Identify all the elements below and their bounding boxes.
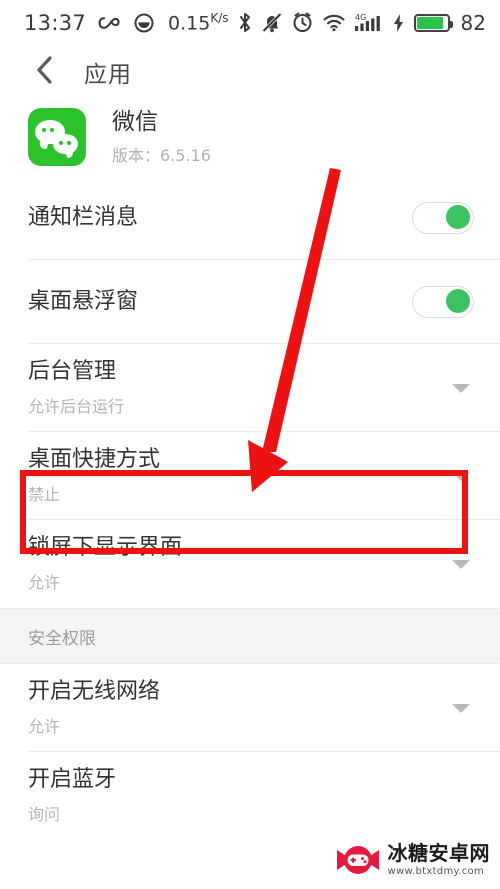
status-bar-left: 13:37 bbox=[24, 11, 154, 35]
chevron-down-icon[interactable] bbox=[452, 559, 470, 569]
face-icon bbox=[134, 13, 154, 33]
battery-icon bbox=[413, 13, 453, 32]
row-text: 后台管理 允许后台运行 bbox=[28, 359, 452, 417]
row-text: 通知栏消息 bbox=[28, 205, 412, 231]
row-title: 通知栏消息 bbox=[28, 204, 139, 230]
phone-screen: 13:37 0.15K/s 4G 82 应用 微信 版本：6.5.16 通知栏消… bbox=[0, 0, 500, 889]
floating-window-switch[interactable] bbox=[412, 286, 474, 318]
notification-switch[interactable] bbox=[412, 202, 474, 234]
battery-percent: 82 bbox=[460, 10, 486, 35]
chevron-down-icon[interactable] bbox=[452, 383, 470, 393]
section-title: 安全权限 bbox=[28, 628, 96, 649]
status-bar-right: 0.15K/s 4G 82 bbox=[168, 11, 486, 35]
row-title: 开启蓝牙 bbox=[28, 766, 117, 792]
candy-logo-icon bbox=[335, 841, 381, 879]
row-text: 开启无线网络 允许 bbox=[28, 679, 452, 737]
watermark-url: www.btxtdmy.com bbox=[387, 866, 485, 877]
mute-icon bbox=[261, 12, 283, 33]
watermark: 冰糖安卓网 www.btxtdmy.com bbox=[335, 841, 491, 879]
page-title: 应用 bbox=[84, 61, 132, 88]
settings-row-background-management[interactable]: 后台管理 允许后台运行 bbox=[0, 344, 500, 432]
charging-bolt-icon bbox=[392, 13, 405, 33]
wechat-icon bbox=[28, 108, 86, 166]
network-speed: 0.15K/s bbox=[168, 10, 229, 35]
row-title: 后台管理 bbox=[28, 358, 117, 384]
row-subtitle: 询问 bbox=[28, 805, 61, 825]
section-header-security: 安全权限 bbox=[0, 608, 500, 664]
bluetooth-icon bbox=[238, 12, 252, 33]
settings-row-notification[interactable]: 通知栏消息 bbox=[0, 176, 500, 260]
settings-row-floating-window[interactable]: 桌面悬浮窗 bbox=[0, 260, 500, 344]
app-name: 微信 bbox=[112, 109, 158, 136]
back-button[interactable] bbox=[28, 55, 62, 89]
red-highlight-box bbox=[20, 470, 468, 554]
signal-4g-icon: 4G bbox=[354, 12, 383, 33]
infinity-icon bbox=[97, 15, 123, 31]
status-bar: 13:37 0.15K/s 4G 82 bbox=[0, 0, 500, 45]
watermark-site-name: 冰糖安卓网 bbox=[387, 841, 490, 865]
settings-row-enable-wireless[interactable]: 开启无线网络 允许 bbox=[0, 664, 500, 752]
app-meta: 微信 版本：6.5.16 bbox=[112, 108, 211, 166]
chevron-down-icon[interactable] bbox=[452, 703, 470, 713]
row-title: 桌面悬浮窗 bbox=[28, 288, 139, 314]
row-subtitle: 允许后台运行 bbox=[28, 397, 125, 417]
app-version: 版本：6.5.16 bbox=[112, 145, 211, 165]
wifi-icon bbox=[322, 13, 346, 32]
watermark-text: 冰糖安卓网 www.btxtdmy.com bbox=[388, 843, 491, 877]
row-text: 桌面悬浮窗 bbox=[28, 289, 412, 315]
settings-row-enable-bluetooth[interactable]: 开启蓝牙 询问 bbox=[0, 752, 500, 840]
row-text: 开启蓝牙 询问 bbox=[28, 767, 474, 825]
row-subtitle: 允许 bbox=[28, 573, 61, 593]
chevron-left-icon bbox=[34, 55, 56, 89]
status-time: 13:37 bbox=[24, 10, 87, 35]
row-title: 开启无线网络 bbox=[28, 678, 161, 704]
app-info-bar: 微信 版本：6.5.16 bbox=[0, 98, 500, 176]
row-subtitle: 允许 bbox=[28, 717, 61, 737]
alarm-icon bbox=[292, 12, 313, 33]
svg-text:4G: 4G bbox=[355, 13, 366, 22]
page-header: 应用 bbox=[0, 45, 500, 98]
